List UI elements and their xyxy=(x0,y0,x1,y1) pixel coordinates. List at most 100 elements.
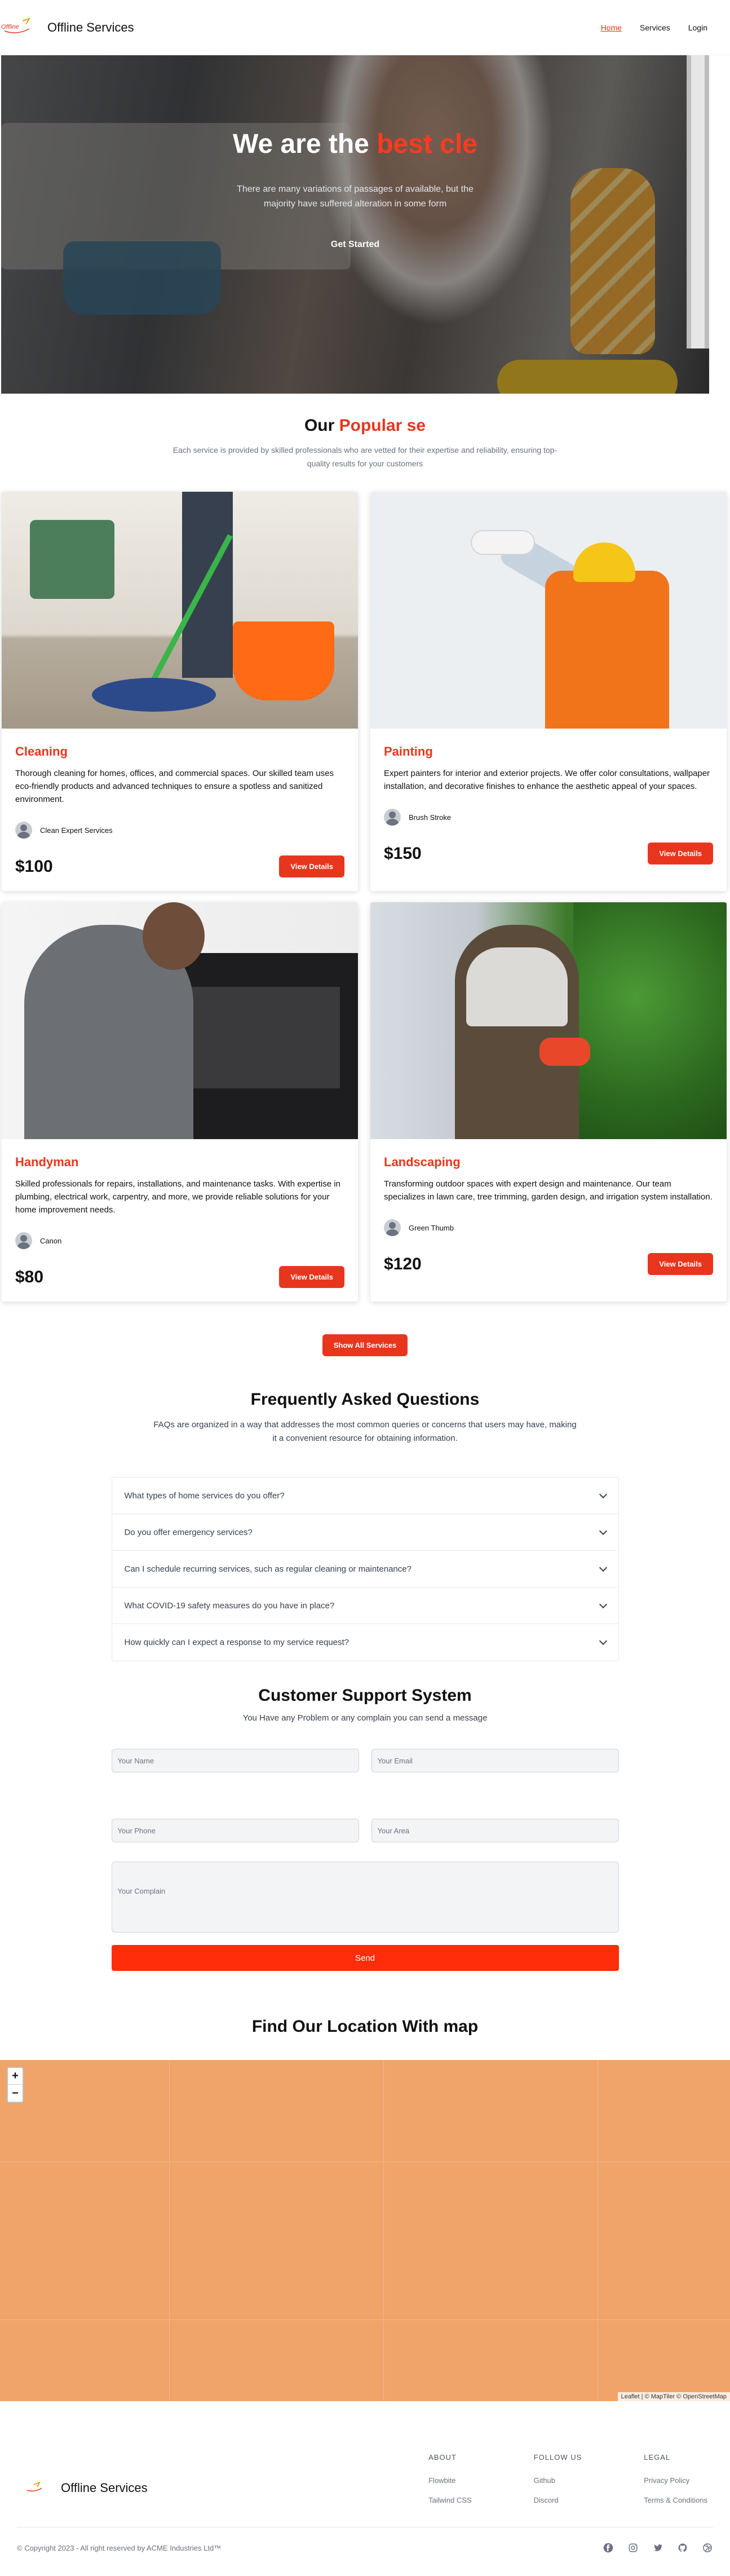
phone-input[interactable]: Your Phone xyxy=(111,1819,359,1842)
chevron-down-icon xyxy=(599,1527,607,1535)
hero-title-accent: best cle xyxy=(377,129,477,159)
name-input[interactable]: Your Name xyxy=(111,1749,359,1772)
price: $150 xyxy=(384,844,422,863)
service-card-painting: Painting Expert painters for interior an… xyxy=(370,492,727,891)
footer-heading: ABOUT xyxy=(428,2453,457,2462)
card-title: Handyman xyxy=(15,1155,79,1169)
footer-col-legal: LEGAL Privacy Policy Terms & Conditions xyxy=(644,2453,707,2516)
landscaping-image xyxy=(370,902,727,1139)
price: $80 xyxy=(15,1267,44,1286)
github-icon[interactable] xyxy=(677,2542,688,2553)
card-description: Thorough cleaning for homes, offices, an… xyxy=(15,769,334,804)
brand[interactable]: Offline Offline Services xyxy=(0,16,134,39)
nav-login-link[interactable]: Login xyxy=(688,23,707,32)
price: $120 xyxy=(384,1254,422,1273)
faq-list: What types of home services do you offer… xyxy=(111,1477,619,1661)
map-attribution[interactable]: Leaflet | © MapTiler © OpenStreetMap xyxy=(617,2392,730,2401)
social-links xyxy=(603,2542,713,2553)
faq-item[interactable]: Can I schedule recurring services, such … xyxy=(112,1551,618,1587)
location-map[interactable]: + − Leaflet | © MapTiler © OpenStreetMap xyxy=(0,2060,730,2401)
avatar xyxy=(384,809,401,826)
price: $100 xyxy=(15,857,53,876)
view-details-button[interactable]: View Details xyxy=(648,843,713,864)
logo-icon xyxy=(17,2477,51,2499)
faq-item[interactable]: What COVID-19 safety measures do you hav… xyxy=(112,1587,618,1624)
nav-links: Home Services Login xyxy=(601,23,707,32)
handyman-image xyxy=(2,902,358,1139)
facebook-icon[interactable] xyxy=(603,2542,614,2553)
instagram-icon[interactable] xyxy=(627,2542,639,2553)
faq-section: Frequently Asked Questions FAQs are orga… xyxy=(0,1356,730,1661)
chevron-down-icon xyxy=(599,1637,607,1646)
faq-question: How quickly can I expect a response to m… xyxy=(124,1638,349,1647)
provider: Green Thumb xyxy=(384,1219,713,1236)
popular-title: Our Popular se xyxy=(0,416,730,435)
footer-link[interactable]: Privacy Policy xyxy=(644,2476,707,2485)
service-card-handyman: Handyman Skilled professionals for repai… xyxy=(2,902,358,1302)
email-input[interactable]: Your Email xyxy=(371,1749,619,1772)
view-details-button[interactable]: View Details xyxy=(648,1253,713,1275)
faq-question: Do you offer emergency services? xyxy=(124,1527,253,1537)
footer-col-about: ABOUT Flowbite Tailwind CSS xyxy=(428,2453,472,2516)
provider-name: Clean Expert Services xyxy=(40,826,113,835)
provider: Clean Expert Services xyxy=(15,822,344,839)
popular-title-main: Our xyxy=(304,416,335,435)
service-cards: Cleaning Thorough cleaning for homes, of… xyxy=(0,492,730,1302)
complain-textarea[interactable]: Your Complain xyxy=(111,1862,619,1933)
faq-item[interactable]: Do you offer emergency services? xyxy=(112,1514,618,1551)
zoom-out-button[interactable]: − xyxy=(8,2085,23,2102)
get-started-button[interactable]: Get Started xyxy=(316,234,394,255)
painting-image xyxy=(370,492,727,729)
faq-question: What types of home services do you offer… xyxy=(124,1490,285,1501)
provider: Canon xyxy=(15,1232,344,1249)
cleaning-image xyxy=(2,492,358,729)
show-all-services-button[interactable]: Show All Services xyxy=(322,1334,408,1356)
chevron-down-icon xyxy=(599,1600,607,1608)
hero-content: We are the best cle There are many varia… xyxy=(1,129,709,255)
card-title: Landscaping xyxy=(384,1155,461,1169)
footer: Offline Services ABOUT Flowbite Tailwind… xyxy=(0,2401,730,2565)
avatar xyxy=(15,822,32,839)
dribbble-icon[interactable] xyxy=(702,2542,713,2553)
support-section: Customer Support System You Have any Pro… xyxy=(0,1661,730,1971)
nav-services-link[interactable]: Services xyxy=(640,23,670,32)
footer-brand[interactable]: Offline Services xyxy=(17,2460,148,2516)
copyright: © Copyright 2023 - All right reserved by… xyxy=(17,2543,222,2552)
footer-link[interactable]: Discord xyxy=(534,2496,582,2504)
footer-link[interactable]: Flowbite xyxy=(428,2476,472,2485)
avatar xyxy=(384,1219,401,1236)
provider-name: Brush Stroke xyxy=(409,813,452,822)
popular-subtitle: Each service is provided by skilled prof… xyxy=(172,445,558,468)
faq-subtitle: FAQs are organized in a way that address… xyxy=(153,1420,577,1443)
faq-item[interactable]: How quickly can I expect a response to m… xyxy=(112,1624,618,1661)
zoom-in-button[interactable]: + xyxy=(8,2068,23,2085)
twitter-icon[interactable] xyxy=(652,2542,663,2553)
view-details-button[interactable]: View Details xyxy=(279,1266,344,1288)
provider-name: Canon xyxy=(40,1236,62,1245)
footer-col-follow: FOLLOW US Github Discord xyxy=(534,2453,582,2516)
service-card-landscaping: Landscaping Transforming outdoor spaces … xyxy=(370,902,727,1302)
hero-subtitle: There are many variations of passages of… xyxy=(237,184,474,209)
popular-services-section: Our Popular se Each service is provided … xyxy=(0,394,730,1356)
service-card-cleaning: Cleaning Thorough cleaning for homes, of… xyxy=(2,492,358,891)
footer-link[interactable]: Github xyxy=(534,2476,582,2485)
hero-title-main: We are the xyxy=(233,129,369,159)
chevron-down-icon xyxy=(599,1563,607,1572)
avatar xyxy=(15,1232,32,1249)
faq-item[interactable]: What types of home services do you offer… xyxy=(112,1477,618,1514)
faq-question: Can I schedule recurring services, such … xyxy=(124,1564,412,1574)
footer-link[interactable]: Terms & Conditions xyxy=(644,2496,707,2504)
card-description: Expert painters for interior and exterio… xyxy=(384,769,710,791)
logo-icon: Offline xyxy=(0,16,34,39)
support-form: Your Name Your Email Your Phone Your Are… xyxy=(111,1749,619,1971)
area-input[interactable]: Your Area xyxy=(371,1819,619,1842)
send-button[interactable]: Send xyxy=(111,1945,619,1971)
map-zoom-control: + − xyxy=(7,2067,24,2103)
nav-home-link[interactable]: Home xyxy=(601,23,622,32)
view-details-button[interactable]: View Details xyxy=(279,855,344,877)
card-description: Transforming outdoor spaces with expert … xyxy=(384,1179,713,1202)
footer-columns: ABOUT Flowbite Tailwind CSS FOLLOW US Gi… xyxy=(428,2453,707,2516)
footer-link[interactable]: Tailwind CSS xyxy=(428,2496,472,2504)
card-description: Skilled professionals for repairs, insta… xyxy=(15,1179,340,1215)
support-subtitle: You Have any Problem or any complain you… xyxy=(242,1713,488,1723)
